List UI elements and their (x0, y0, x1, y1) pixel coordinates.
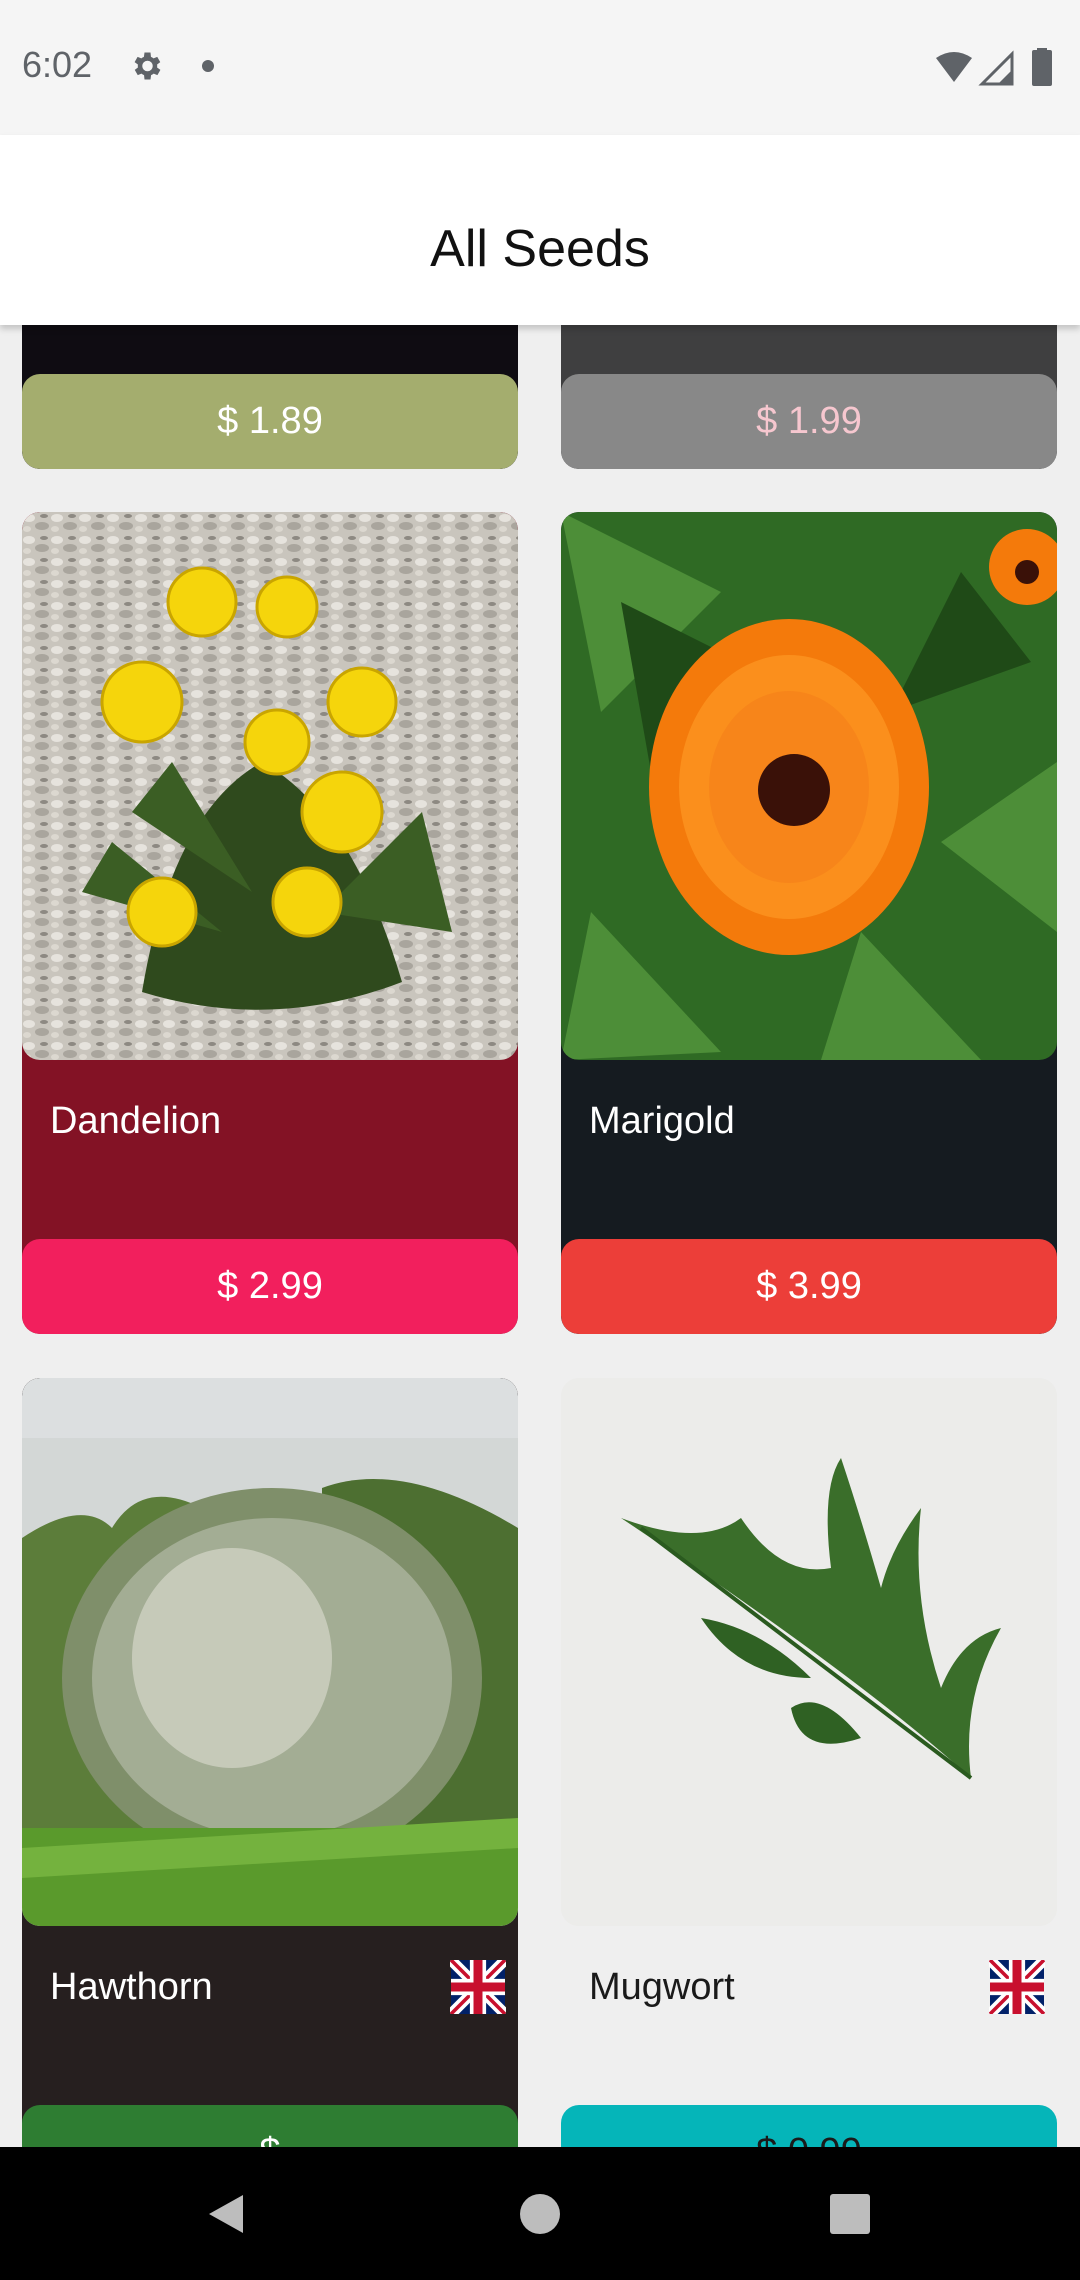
gear-icon (134, 52, 161, 80)
seed-name: Hawthorn (50, 1966, 213, 2008)
seed-card-hawthorn[interactable]: Hawthorn $ (22, 1378, 518, 2147)
wifi-icon (936, 52, 972, 82)
marigold-photo (561, 512, 1057, 1060)
notification-dot-icon (202, 60, 214, 72)
price-button[interactable]: $ 2.99 (22, 1239, 518, 1334)
uk-flag-icon (989, 1960, 1045, 2014)
dandelion-photo (22, 512, 518, 1060)
seed-grid[interactable]: $ 1.89 $ 1.99 Dandelion $ 2.99 Marigold … (0, 325, 1080, 2147)
status-bar: 6:02 (0, 0, 1080, 135)
hawthorn-photo (22, 1378, 518, 1926)
mugwort-photo (561, 1378, 1057, 1926)
seed-name: Dandelion (50, 1100, 222, 1142)
seed-name: Mugwort (589, 1966, 735, 2008)
navigation-bar (0, 2147, 1080, 2280)
recents-icon[interactable] (830, 2194, 870, 2234)
seed-card[interactable]: $ 1.99 (561, 325, 1057, 469)
price-button[interactable]: $ 1.99 (561, 374, 1057, 469)
status-time: 6:02 (22, 44, 93, 85)
app-bar: All Seeds (0, 135, 1080, 325)
back-icon[interactable] (205, 2193, 247, 2235)
page-title: All Seeds (430, 220, 650, 278)
home-icon[interactable] (519, 2193, 561, 2235)
price-button[interactable]: $ 1.89 (22, 374, 518, 469)
price-button[interactable]: $ 3.99 (561, 1239, 1057, 1334)
price-button[interactable]: $ (22, 2105, 518, 2147)
seed-card-mugwort[interactable]: Mugwort $ 0.99 (561, 1378, 1057, 2147)
seed-card[interactable]: $ 1.89 (22, 325, 518, 469)
seed-card-dandelion[interactable]: Dandelion $ 2.99 (22, 512, 518, 1334)
price-button[interactable]: $ 0.99 (561, 2105, 1057, 2147)
seed-name: Marigold (589, 1100, 735, 1142)
status-icons (936, 48, 1052, 86)
battery-icon (1032, 50, 1052, 86)
seed-card-marigold[interactable]: Marigold $ 3.99 (561, 512, 1057, 1334)
uk-flag-icon (450, 1960, 506, 2014)
